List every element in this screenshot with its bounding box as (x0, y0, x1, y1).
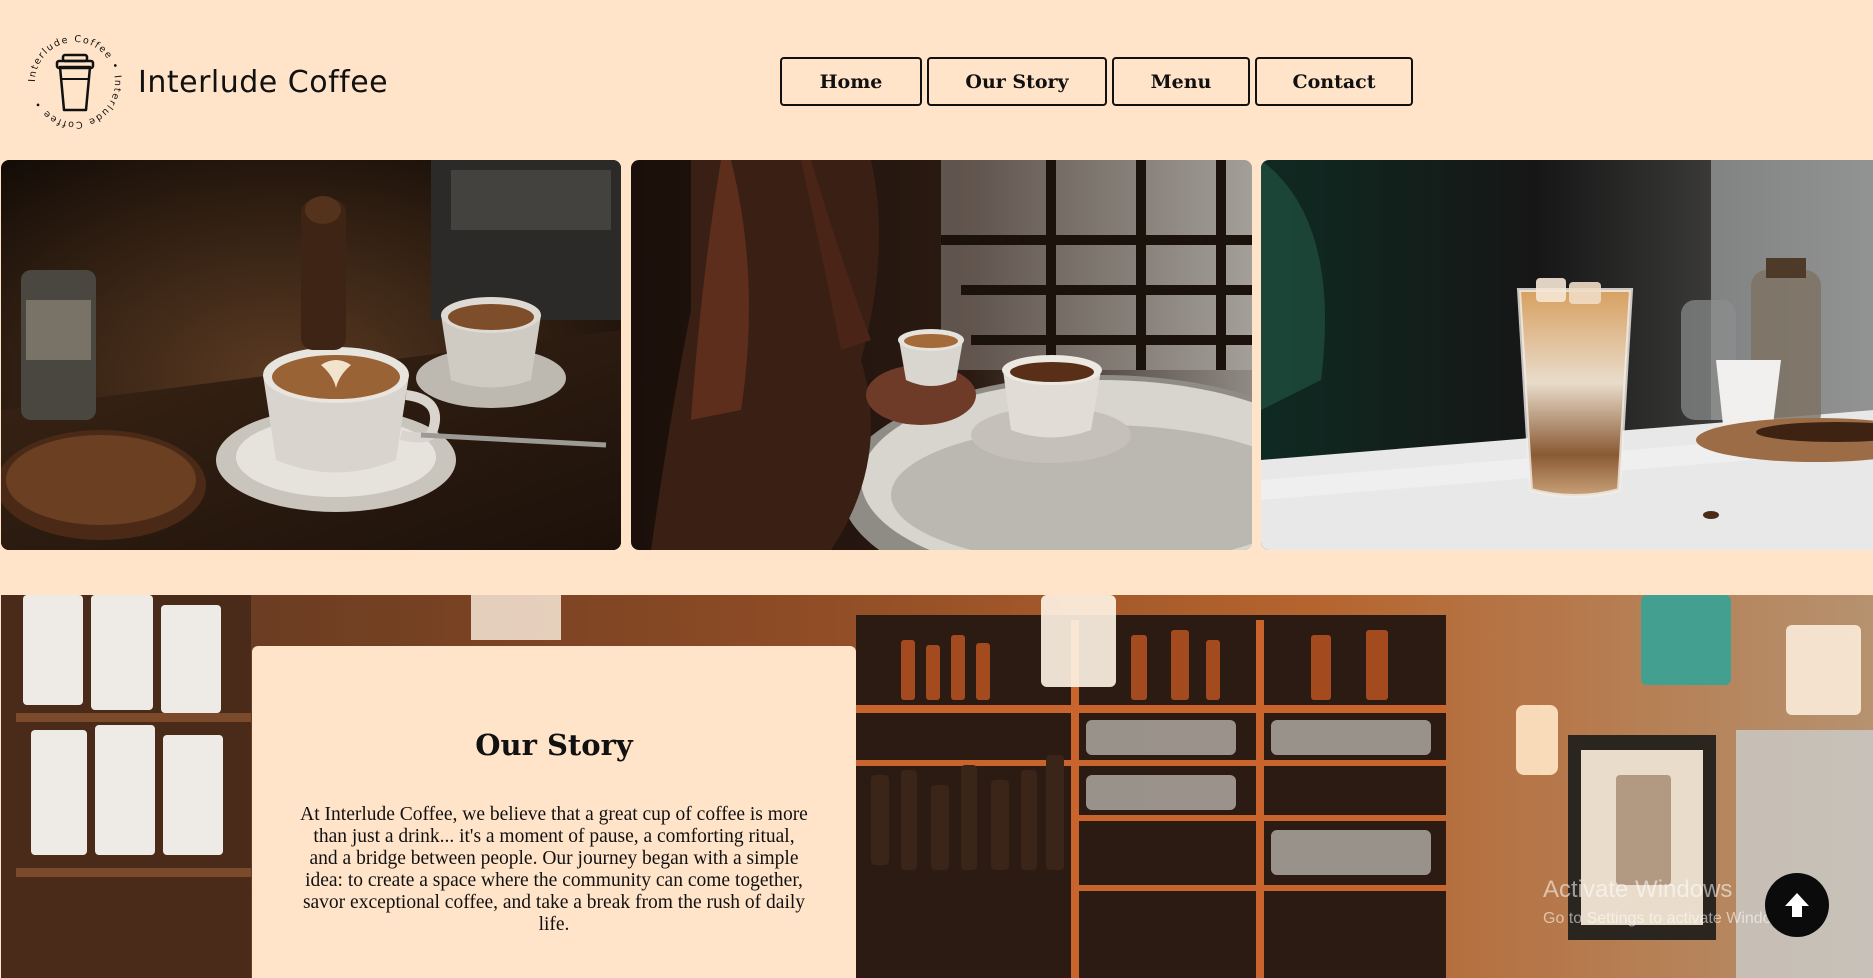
site-header: Interlude Coffee • Interlude Coffee • In… (0, 0, 1873, 160)
our-story-card: Our Story At Interlude Coffee, we believ… (252, 646, 856, 978)
nav-menu-button[interactable]: Menu (1112, 57, 1250, 106)
windows-activation-watermark: Activate Windows Go to Settings to activ… (1543, 876, 1796, 928)
our-story-text: At Interlude Coffee, we believe that a g… (300, 804, 808, 935)
scroll-to-top-button[interactable] (1765, 873, 1829, 937)
gallery-photo-latte-table (1, 160, 621, 550)
gallery-photo-iced-coffee (1261, 160, 1873, 550)
our-story-title: Our Story (475, 728, 633, 762)
watermark-subtitle: Go to Settings to activate Windows. (1543, 910, 1796, 927)
page: Interlude Coffee • Interlude Coffee • In… (0, 0, 1873, 978)
nav-contact-button[interactable]: Contact (1255, 57, 1413, 106)
watermark-title: Activate Windows (1543, 876, 1733, 903)
nav-our-story-button[interactable]: Our Story (927, 57, 1107, 106)
logo-ring-text: Interlude Coffee • Interlude Coffee • (27, 34, 122, 130)
main-nav: Home Our Story Menu Contact (780, 57, 1413, 106)
coffee-cup-icon: Interlude Coffee • Interlude Coffee • (24, 31, 126, 133)
brand-name: Interlude Coffee (138, 64, 389, 100)
logo[interactable]: Interlude Coffee • Interlude Coffee • In… (24, 31, 388, 133)
photo-gallery (1, 160, 1873, 550)
gallery-photo-window-cup (631, 160, 1252, 550)
arrow-up-icon (1785, 893, 1809, 917)
svg-text:Interlude Coffee • Interlude C: Interlude Coffee • Interlude Coffee • (27, 34, 123, 130)
nav-home-button[interactable]: Home (780, 57, 922, 106)
